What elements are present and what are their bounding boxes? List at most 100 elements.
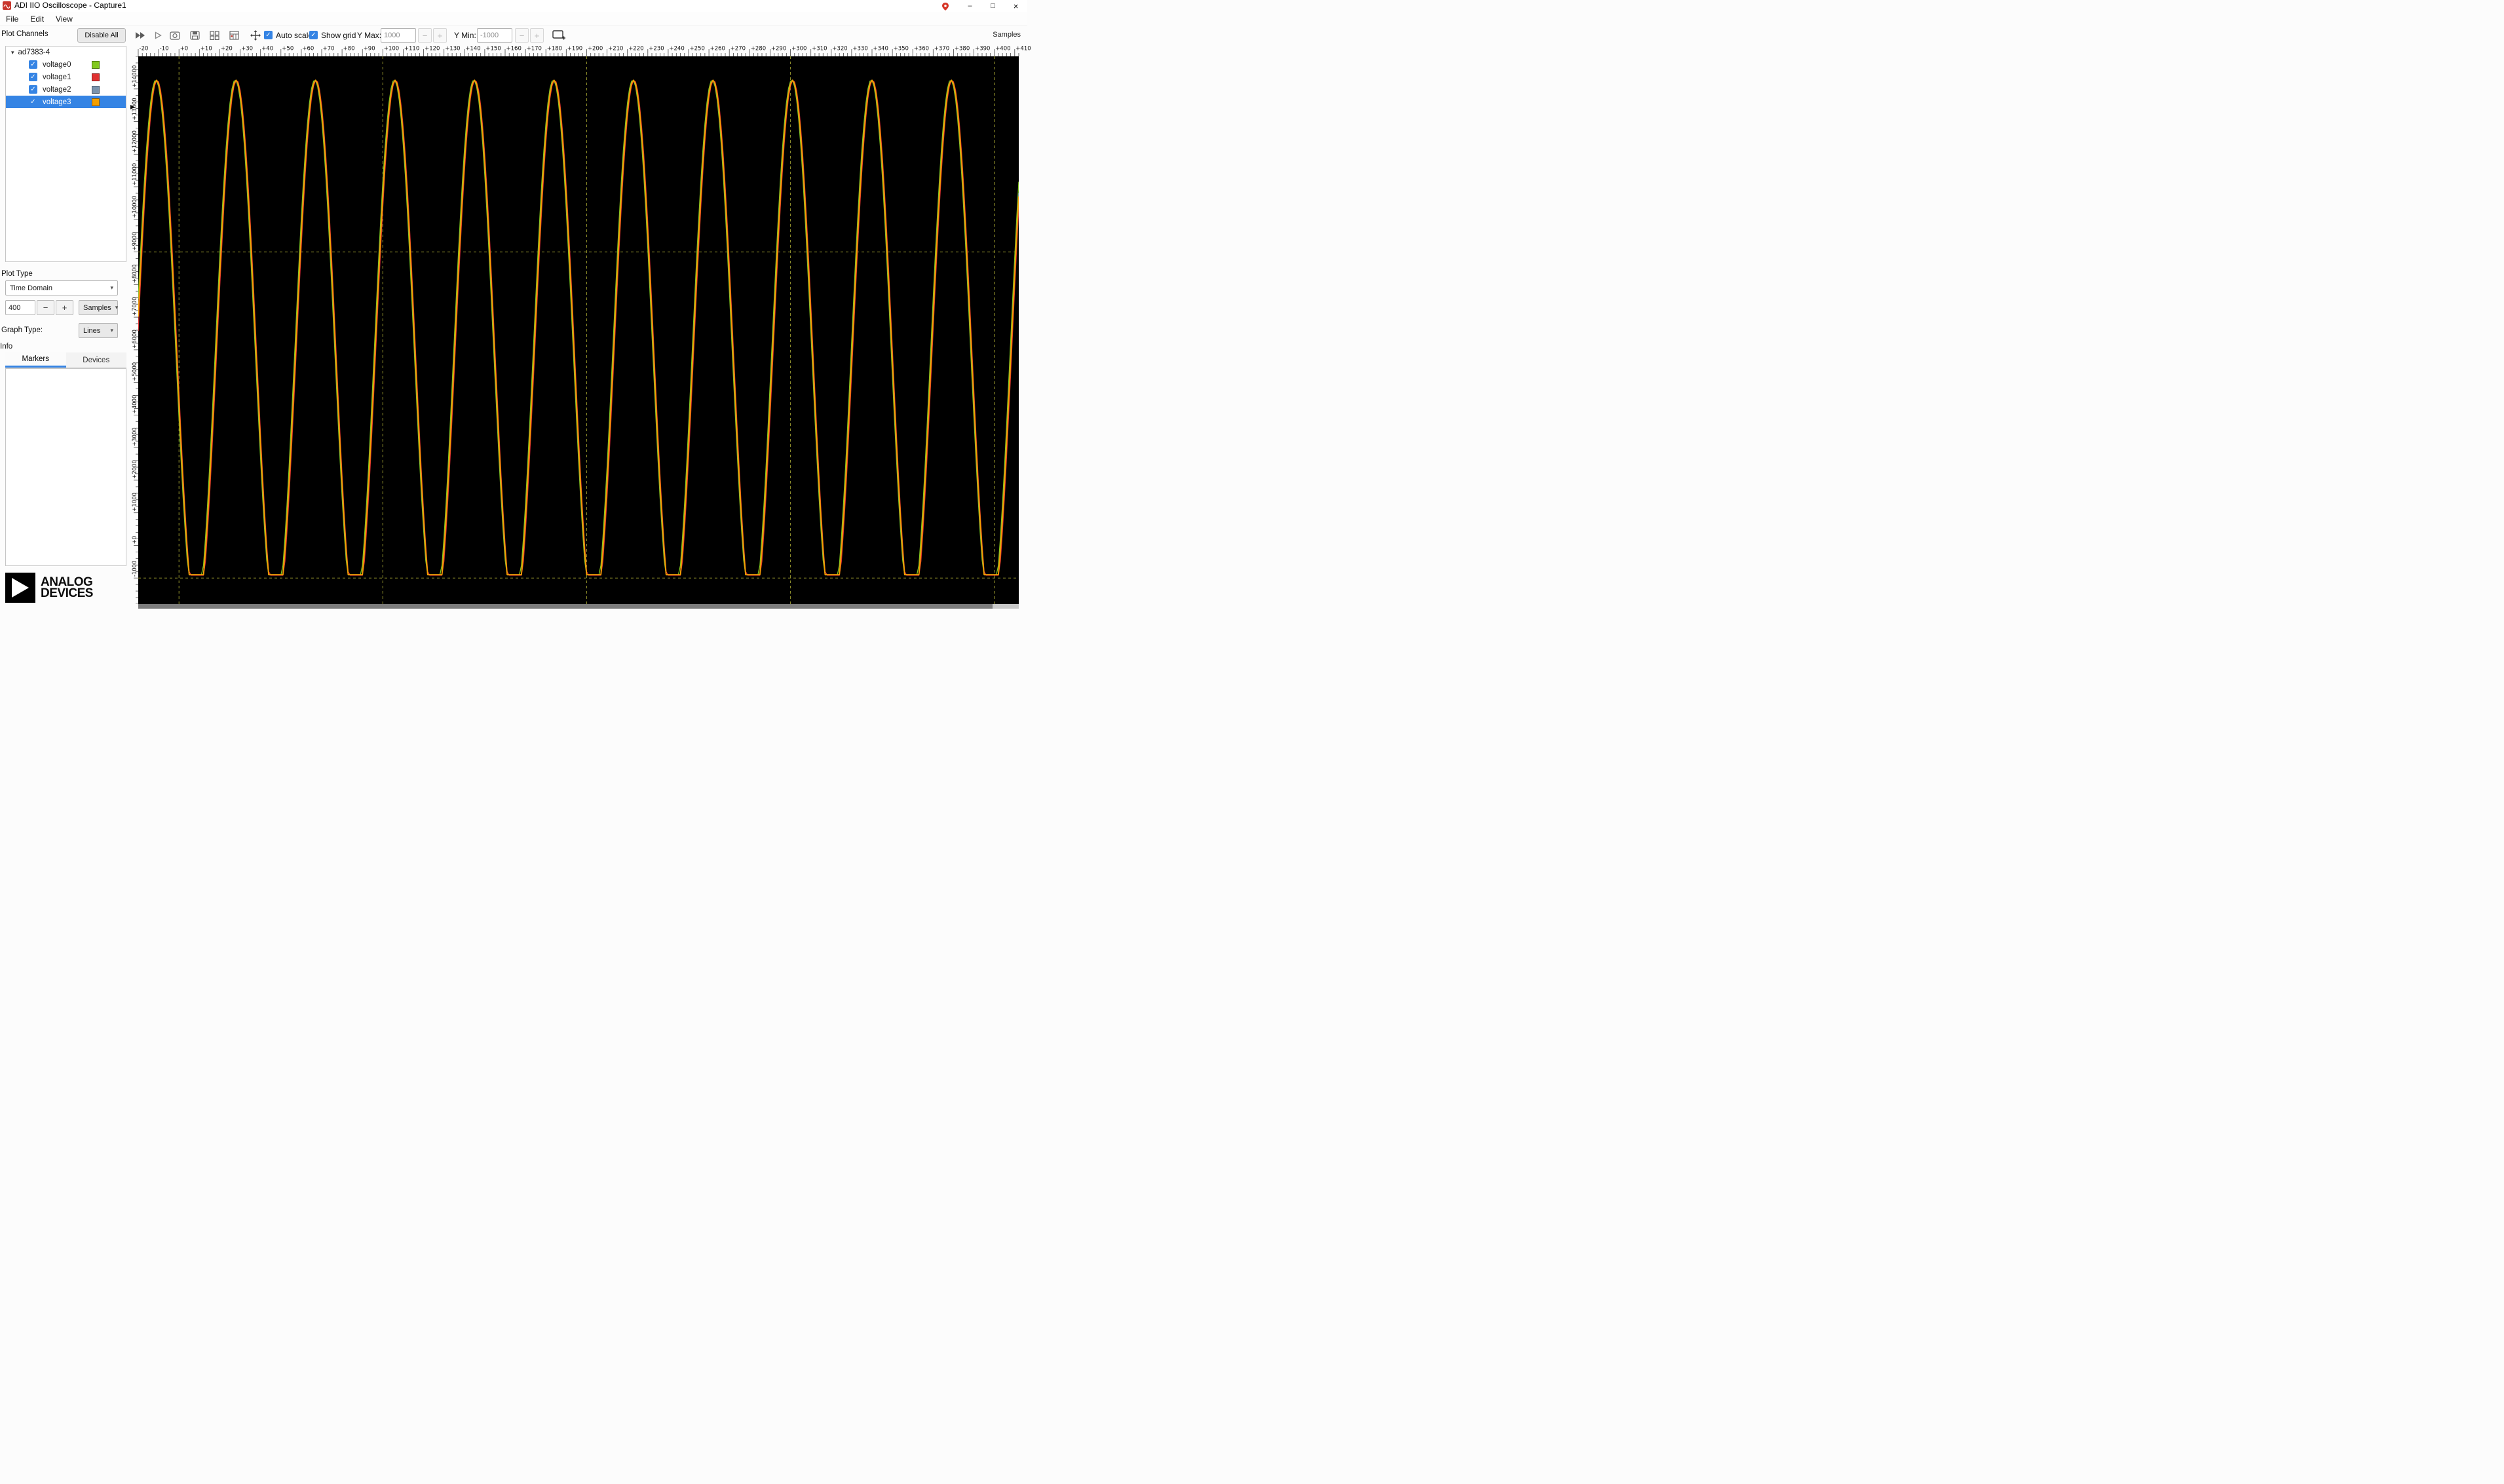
maximize-button[interactable]: □ [981, 0, 1004, 12]
play-icon[interactable] [152, 30, 164, 41]
chevron-down-icon: ▾ [110, 327, 113, 333]
show-grid-label: Show grid [321, 31, 356, 40]
device-name: ad7383-4 [18, 48, 50, 56]
chevron-down-icon: ▾ [110, 284, 113, 291]
sample-unit-select[interactable]: Samples ▾ [79, 300, 118, 315]
waveform-traces [138, 79, 1019, 576]
graph-type-select[interactable]: Lines ▾ [79, 323, 118, 338]
channel-label: voltage2 [43, 85, 71, 94]
svg-text:+170: +170 [527, 46, 542, 52]
channel-row[interactable]: ✓ voltage1 [6, 71, 126, 83]
svg-text:+80: +80 [343, 46, 355, 52]
y-min-input[interactable] [477, 28, 512, 43]
y-max-input[interactable] [381, 28, 416, 43]
y-min-increment-button[interactable]: + [530, 28, 544, 43]
capture-run-icon[interactable] [134, 30, 146, 41]
svg-text:+3000: +3000 [132, 427, 138, 446]
channel-color-swatch[interactable] [92, 98, 100, 106]
menu-edit[interactable]: Edit [24, 12, 50, 26]
samples-unit-label: Samples [993, 31, 1021, 39]
svg-text:+290: +290 [771, 46, 786, 52]
save-icon[interactable] [189, 30, 200, 41]
svg-text:+180: +180 [547, 46, 562, 52]
check-icon: ✓ [30, 73, 36, 81]
menu-file[interactable]: File [0, 12, 24, 26]
y-max-decrement-button[interactable]: − [418, 28, 432, 43]
svg-text:+2000: +2000 [132, 460, 138, 479]
window-title: ADI IIO Oscilloscope - Capture1 [14, 1, 126, 10]
channel-color-swatch[interactable] [92, 60, 100, 69]
svg-text:-1000: -1000 [132, 560, 138, 577]
channel-row[interactable]: ✓ voltage0 [6, 58, 126, 71]
svg-text:+150: +150 [485, 46, 501, 52]
svg-text:+140: +140 [465, 46, 480, 52]
horizontal-scrollbar-thumb[interactable] [138, 604, 993, 609]
svg-text:+360: +360 [914, 46, 929, 52]
chevron-down-icon: ▾ [115, 304, 119, 311]
sample-count-input[interactable] [5, 300, 35, 315]
auto-scale-checkbox[interactable]: ✓ [264, 31, 273, 39]
svg-text:+370: +370 [934, 46, 949, 52]
svg-text:+160: +160 [506, 46, 522, 52]
y-max-label: Y Max: [357, 31, 382, 40]
oscilloscope-window: ADI IIO Oscilloscope - Capture1 – □ × Fi… [0, 0, 1031, 609]
tab-devices[interactable]: Devices [66, 352, 127, 368]
svg-text:+350: +350 [894, 46, 909, 52]
channel-color-swatch[interactable] [92, 85, 100, 94]
plot-type-label: Plot Type [1, 270, 33, 278]
sample-count-decrement-button[interactable]: − [37, 300, 54, 315]
tree-expander-icon[interactable]: ▾ [11, 49, 14, 56]
markers-panel [5, 368, 126, 566]
plot-canvas[interactable] [138, 56, 1019, 604]
svg-text:+270: +270 [730, 46, 746, 52]
svg-text:+13000: +13000 [132, 98, 138, 120]
channel-checkbox[interactable]: ✓ [29, 85, 37, 94]
svg-text:+6000: +6000 [132, 330, 138, 349]
new-plot-icon[interactable] [552, 30, 566, 41]
svg-text:+410: +410 [1015, 46, 1031, 52]
snapshot-icon[interactable] [169, 30, 181, 41]
show-grid-checkbox[interactable]: ✓ [309, 31, 318, 39]
svg-text:+320: +320 [832, 46, 847, 52]
channel-color-swatch[interactable] [92, 73, 100, 81]
pan-move-icon[interactable] [250, 30, 261, 41]
device-tree-row[interactable]: ▾ ad7383-4 [6, 47, 126, 58]
svg-text:+390: +390 [975, 46, 990, 52]
svg-text:+100: +100 [384, 46, 399, 52]
channel-row[interactable]: ✓ voltage3 [6, 96, 126, 108]
info-tabs: Markers Devices [5, 352, 126, 368]
grid-view-icon[interactable] [208, 30, 220, 41]
check-icon: ✓ [30, 86, 36, 93]
svg-text:+4000: +4000 [132, 395, 138, 414]
menubar: File Edit View [0, 12, 1027, 26]
svg-text:+40: +40 [261, 46, 273, 52]
minimize-button[interactable]: – [958, 0, 981, 12]
svg-text:+110: +110 [404, 46, 419, 52]
tab-markers[interactable]: Markers [5, 352, 66, 368]
svg-text:+11000: +11000 [132, 163, 138, 185]
logo-line2: DEVICES [41, 586, 93, 600]
svg-text:+130: +130 [445, 46, 460, 52]
plot-type-select[interactable]: Time Domain ▾ [5, 280, 118, 295]
sample-count-increment-button[interactable]: + [56, 300, 73, 315]
channel-checkbox[interactable]: ✓ [29, 73, 37, 81]
svg-text:+230: +230 [649, 46, 664, 52]
disable-all-button[interactable]: Disable All [77, 28, 126, 43]
menu-view[interactable]: View [50, 12, 79, 26]
svg-text:+12000: +12000 [132, 130, 138, 153]
x-axis-ruler: -20 -10 +0 +10 +20 +30 +40 +50 +60 +70 +80 +90 +100 +… [138, 45, 1031, 56]
graph-type-label: Graph Type: [1, 326, 43, 334]
svg-text:-20: -20 [140, 46, 149, 52]
channel-row[interactable]: ✓ voltage2 [6, 83, 126, 96]
titlebar: ADI IIO Oscilloscope - Capture1 – □ × [0, 0, 1027, 12]
svg-text:+70: +70 [323, 46, 335, 52]
graph-type-value: Lines [83, 326, 101, 335]
y-min-decrement-button[interactable]: − [515, 28, 529, 43]
plot-settings-icon[interactable] [228, 30, 240, 41]
horizontal-scrollbar[interactable] [138, 604, 1019, 609]
close-button[interactable]: × [1004, 0, 1027, 12]
svg-text:+190: +190 [567, 46, 582, 52]
channel-checkbox[interactable]: ✓ [29, 98, 37, 106]
channel-checkbox[interactable]: ✓ [29, 60, 37, 69]
y-max-increment-button[interactable]: + [433, 28, 447, 43]
